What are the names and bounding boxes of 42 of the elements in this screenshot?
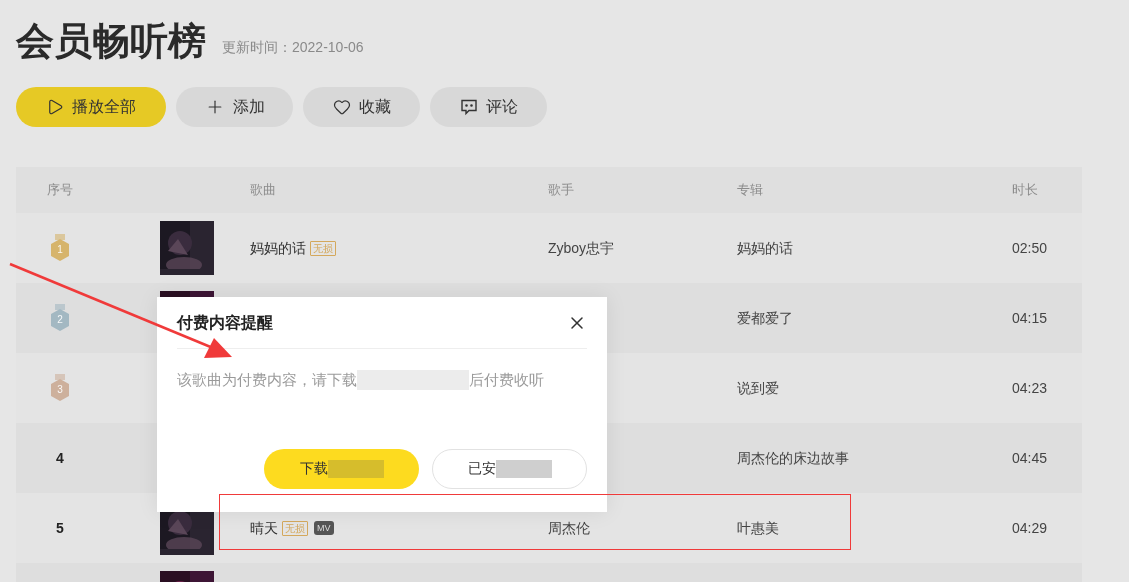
play-all-button[interactable]: 播放全部 <box>16 87 166 127</box>
lossless-tag: 无损 <box>310 240 336 256</box>
mv-tag[interactable]: MV <box>314 521 334 535</box>
duration: 04:45 <box>1012 449 1048 466</box>
update-time: 更新时间：2022-10-06 <box>222 38 364 57</box>
duration: 04:15 <box>1012 309 1048 326</box>
duration: 04:29 <box>1012 519 1048 536</box>
album-name[interactable]: 妈妈的话 <box>737 239 793 256</box>
column-header: 序号 <box>47 181 73 200</box>
rank-number: 5 <box>56 518 64 538</box>
page-title: 会员畅听榜 <box>16 19 206 64</box>
rank-number: 1 <box>56 244 64 256</box>
column-header: 歌曲 <box>250 181 277 200</box>
column-header: 专辑 <box>737 181 764 200</box>
song-title[interactable]: 妈妈的话 <box>250 237 306 259</box>
redaction-blur <box>495 459 552 478</box>
action-button[interactable]: 添加 <box>176 87 293 127</box>
play-icon <box>46 98 64 116</box>
download-button[interactable]: 下载 <box>264 448 419 489</box>
song-title[interactable]: 晴天 <box>250 517 278 539</box>
installed-button[interactable]: 已安 <box>432 448 587 489</box>
duration: 02:50 <box>1012 239 1048 256</box>
album-name[interactable]: 周杰伦的床边故事 <box>737 449 849 466</box>
album-name[interactable]: 爱都爱了 <box>737 309 793 326</box>
rank-number: 4 <box>56 448 64 468</box>
lossless-tag: 无损 <box>282 520 308 536</box>
message-text: 后付费收听 <box>469 370 544 390</box>
action-button[interactable]: 收藏 <box>303 87 420 127</box>
heart-icon <box>332 98 351 116</box>
message-text: 该歌曲为付费内容，请下载 <box>177 370 357 390</box>
album-name[interactable]: 叶惠美 <box>737 519 779 536</box>
column-header: 时长 <box>1012 181 1039 200</box>
singer-name[interactable]: 周杰伦 <box>548 519 590 536</box>
rank-number: 2 <box>56 314 64 326</box>
singer-name[interactable]: Zyboy忠宇 <box>548 239 615 256</box>
action-button[interactable]: 评论 <box>430 87 547 127</box>
comment-icon <box>459 98 478 116</box>
duration: 04:23 <box>1012 379 1048 396</box>
redaction-blur <box>327 459 384 478</box>
rank-number: 3 <box>56 384 64 396</box>
album-name[interactable]: 说到爱 <box>737 379 779 396</box>
column-header: 歌手 <box>548 181 575 200</box>
